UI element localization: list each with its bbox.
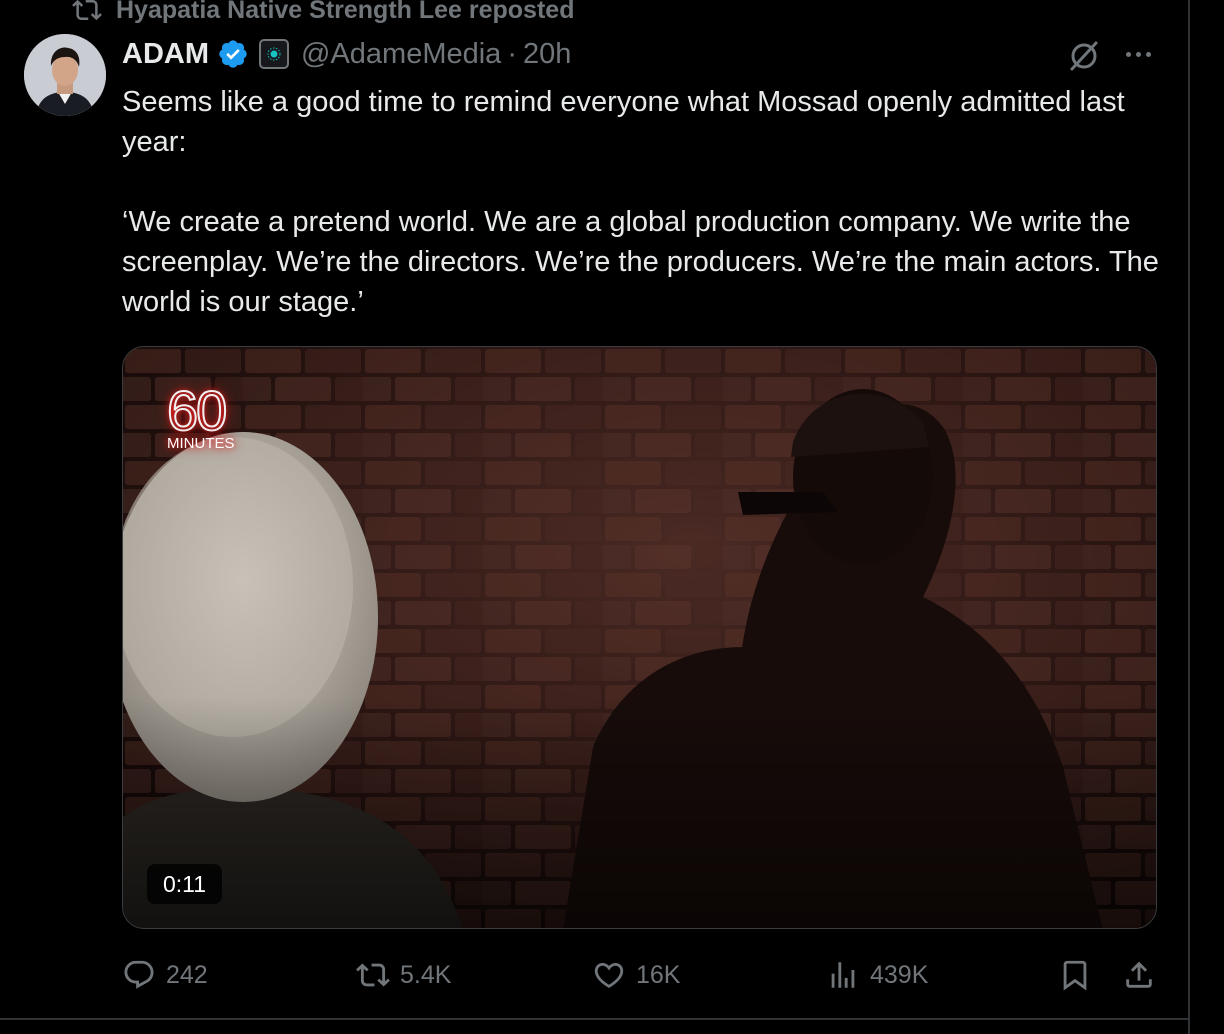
- reply-button[interactable]: 242: [122, 950, 208, 1000]
- column-divider: [1188, 0, 1190, 1034]
- tweet-paragraph: ‘We create a pretend world. We are a glo…: [122, 206, 1159, 318]
- heart-icon: [594, 962, 624, 988]
- repost-icon: [72, 0, 102, 21]
- like-count: 16K: [636, 960, 681, 989]
- tweet-paragraph: Seems like a good time to remind everyon…: [122, 86, 1125, 158]
- video-player[interactable]: 60 MINUTES 0:11: [122, 346, 1157, 929]
- repost-context[interactable]: Hyapatia Native Strength Lee reposted: [72, 0, 574, 26]
- avatar[interactable]: [24, 34, 106, 116]
- share-icon: [1126, 961, 1152, 988]
- video-thumbnail: [123, 347, 1156, 928]
- repost-button[interactable]: 5.4K: [356, 950, 451, 1000]
- affiliate-badge-icon[interactable]: [259, 39, 289, 69]
- views-icon: [831, 962, 855, 988]
- reply-icon: [124, 960, 154, 989]
- repost-label: Hyapatia Native Strength Lee reposted: [116, 0, 575, 24]
- header-separator: ·: [507, 37, 517, 70]
- logo-number: 60: [166, 379, 228, 442]
- verified-badge-icon[interactable]: [217, 38, 249, 70]
- views-button[interactable]: 439K: [826, 950, 928, 1000]
- repost-icon: [356, 963, 390, 987]
- bookmark-icon: [1063, 960, 1087, 991]
- more-options-icon[interactable]: [1118, 38, 1158, 70]
- share-button[interactable]: [1122, 950, 1156, 1000]
- tweet-text: Seems like a good time to remind everyon…: [122, 82, 1162, 322]
- logo-word: MINUTES: [167, 435, 235, 452]
- author-name[interactable]: ADAM: [122, 38, 209, 71]
- reply-count: 242: [166, 960, 208, 989]
- bookmark-button[interactable]: [1058, 950, 1092, 1000]
- video-duration: 0:11: [147, 864, 223, 904]
- avatar-image: [24, 34, 106, 116]
- action-bar: 242 5.4K 16K 439K: [0, 950, 1188, 1000]
- grok-icon[interactable]: [1064, 36, 1104, 76]
- tweet-header: ADAM @AdameMedia · 20h: [122, 34, 571, 74]
- timestamp[interactable]: 20h: [523, 38, 571, 71]
- tweet-page: Hyapatia Native Strength Lee reposted AD…: [0, 0, 1224, 1034]
- 60-minutes-logo: 60 MINUTES: [166, 379, 235, 453]
- author-handle[interactable]: @AdameMedia: [301, 38, 501, 71]
- views-count: 439K: [870, 960, 929, 989]
- tweet-divider: [0, 1018, 1188, 1020]
- like-button[interactable]: 16K: [592, 950, 680, 1000]
- repost-count: 5.4K: [400, 960, 452, 989]
